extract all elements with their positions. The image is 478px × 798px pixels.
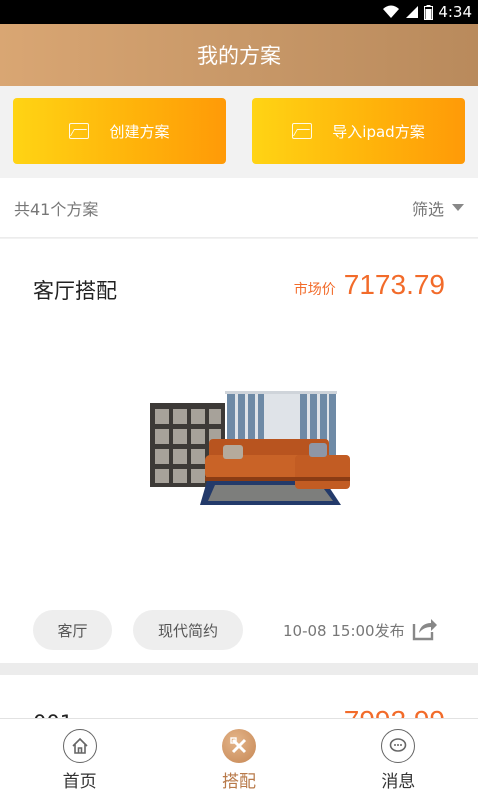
message-icon <box>381 729 416 763</box>
plan-card[interactable]: 客厅搭配 市场价 7173.79 客厅 现代简约 10-08 15:00发布 <box>0 239 478 663</box>
tag-room[interactable]: 客厅 <box>33 610 112 650</box>
filter-button[interactable]: 筛选 <box>412 196 464 220</box>
import-ipad-plan-button[interactable]: 导入ipad方案 <box>252 98 465 164</box>
tab-design[interactable]: 搭配 <box>159 719 318 798</box>
filter-row: 共41个方案 筛选 <box>0 178 478 238</box>
wifi-icon <box>383 5 400 18</box>
signal-icon <box>406 6 419 18</box>
design-icon <box>221 729 256 763</box>
import-plan-label: 导入ipad方案 <box>332 122 425 141</box>
tab-label: 搭配 <box>221 772 256 792</box>
page-header: 我的方案 <box>0 24 478 86</box>
price-value: 7173.79 <box>343 269 445 300</box>
tab-messages[interactable]: 消息 <box>319 719 478 798</box>
image-icon <box>292 123 313 139</box>
tag-style[interactable]: 现代简约 <box>133 610 243 650</box>
price-label: 市场价 <box>293 282 336 298</box>
image-icon <box>69 123 90 139</box>
action-area: 创建方案 导入ipad方案 <box>0 86 478 178</box>
plan-title: 客厅搭配 <box>33 279 117 303</box>
bottom-tab-bar: 首页 搭配 消息 <box>0 718 478 798</box>
share-icon[interactable] <box>410 615 438 643</box>
card-divider <box>0 663 478 675</box>
living-room-image <box>150 391 350 505</box>
tab-label: 首页 <box>62 772 97 792</box>
page-title: 我的方案 <box>197 44 281 68</box>
tab-label: 消息 <box>381 772 416 792</box>
battery-icon <box>424 4 434 20</box>
chevron-down-icon <box>452 204 464 211</box>
plan-count: 共41个方案 <box>14 199 99 219</box>
create-plan-label: 创建方案 <box>109 122 170 141</box>
status-bar: 4:34 <box>0 0 478 24</box>
tab-home[interactable]: 首页 <box>0 719 159 798</box>
filter-label: 筛选 <box>411 199 444 219</box>
publish-time: 10-08 15:00发布 <box>283 622 405 640</box>
create-plan-button[interactable]: 创建方案 <box>13 98 226 164</box>
home-icon <box>62 729 97 763</box>
plan-card[interactable]: 001 7992.99 <box>0 675 478 720</box>
status-time: 4:34 <box>438 3 472 21</box>
plan-price: 市场价 7173.79 <box>294 269 445 301</box>
